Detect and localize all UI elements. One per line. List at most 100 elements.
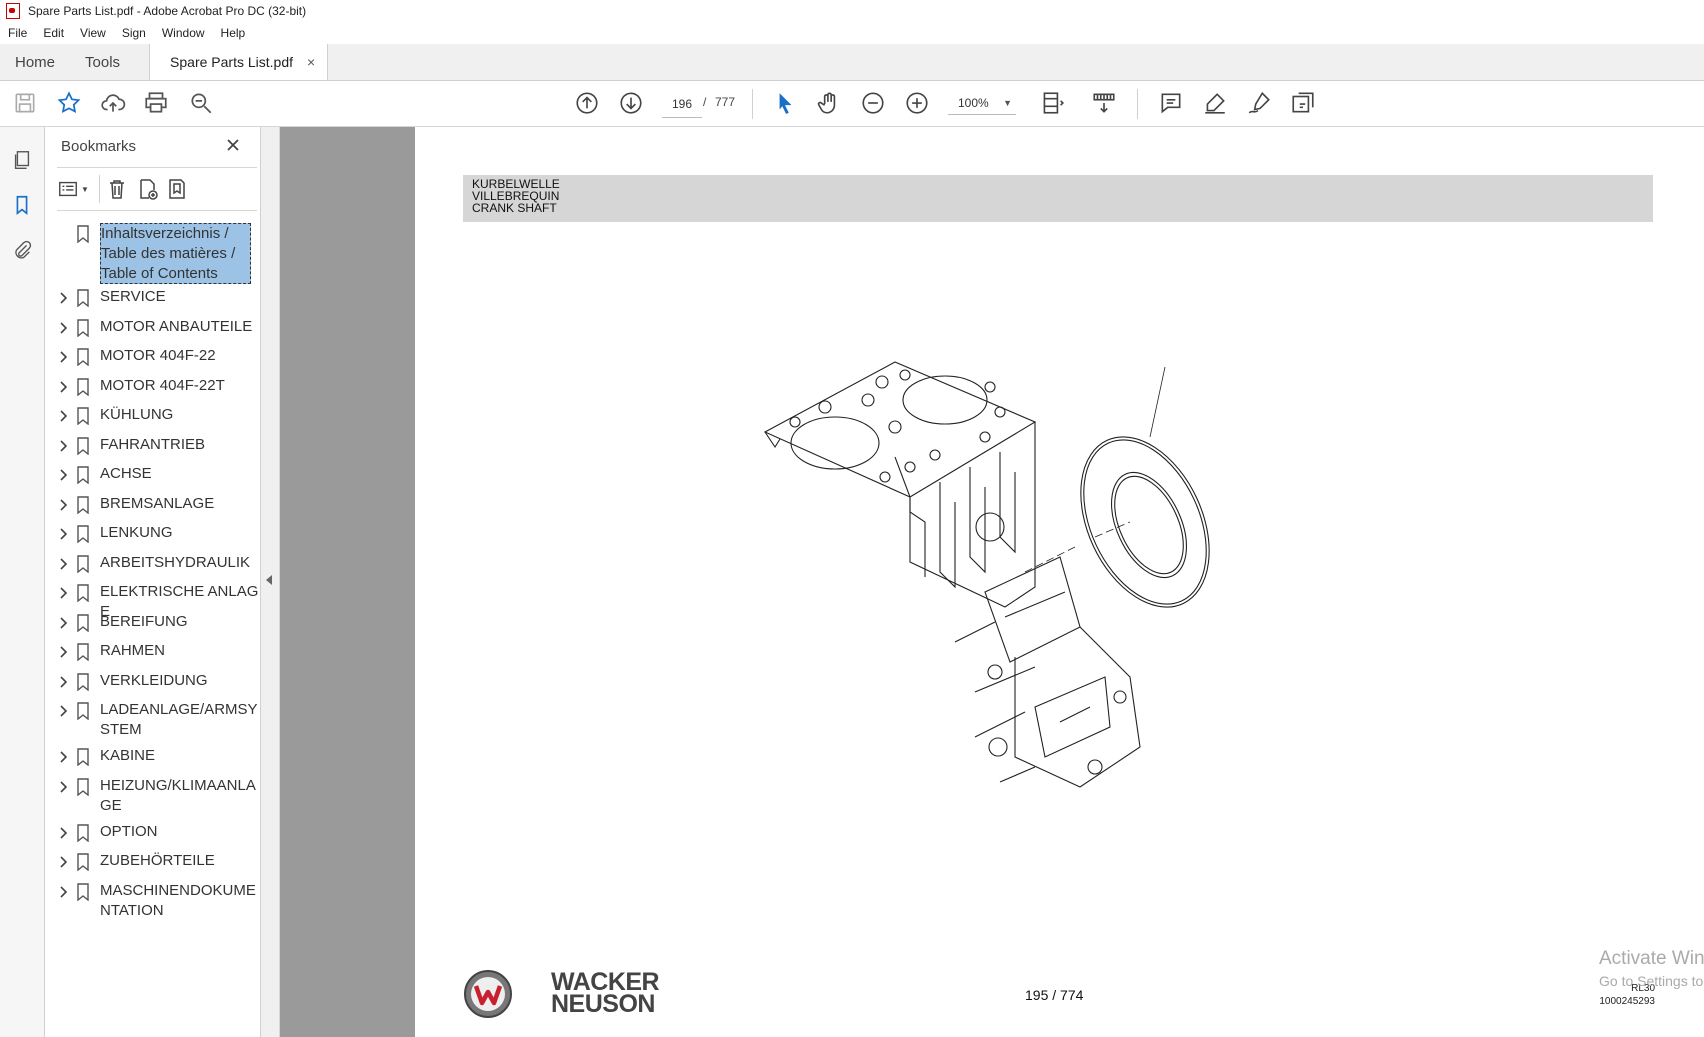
bookmark-label: MASCHINENDOKUMENTATION <box>100 881 256 919</box>
main-toolbar: / 777 100% ▼ <box>0 81 1704 127</box>
menu-window[interactable]: Window <box>162 26 205 40</box>
more-tools-icon[interactable] <box>1289 89 1317 117</box>
tab-home[interactable]: Home <box>0 44 70 80</box>
windows-activation-watermark: Activate Windows Go to Settings to activ… <box>1599 947 1704 991</box>
menu-help[interactable]: Help <box>221 26 246 40</box>
bookmark-label: FAHRANTRIEB <box>100 435 206 453</box>
menu-view[interactable]: View <box>80 26 106 40</box>
bookmark-from-selection-icon[interactable] <box>165 177 189 206</box>
close-tab-icon[interactable]: × <box>307 54 315 70</box>
bookmark-flag-icon <box>76 225 90 244</box>
bookmarks-panel-icon[interactable] <box>9 192 35 218</box>
menu-file[interactable]: File <box>8 26 27 40</box>
chevron-right-icon[interactable] <box>57 616 69 630</box>
chevron-right-icon[interactable] <box>57 645 69 659</box>
bookmark-label: ACHSE <box>100 465 152 482</box>
zoom-level-value: 100% <box>958 95 989 110</box>
chevron-right-icon[interactable] <box>57 409 69 423</box>
chevron-right-icon[interactable] <box>57 557 69 571</box>
chevron-right-icon[interactable] <box>57 855 69 869</box>
chevron-right-icon[interactable] <box>57 321 69 335</box>
chevron-right-icon[interactable] <box>57 468 69 482</box>
bookmark-flag-icon <box>76 613 90 632</box>
bookmarks-panel-title: Bookmarks <box>61 138 137 155</box>
bookmark-label: MOTOR ANBAUTEILE <box>100 317 253 335</box>
chevron-right-icon[interactable] <box>57 498 69 512</box>
chevron-right-icon[interactable] <box>57 780 69 794</box>
collapse-arrow-icon[interactable] <box>266 575 272 585</box>
bookmark-flag-icon <box>76 466 90 485</box>
bookmark-flag-icon <box>76 702 90 721</box>
close-panel-icon[interactable] <box>223 135 243 155</box>
bookmark-label: BEREIFUNG <box>100 612 188 630</box>
page-number-input[interactable] <box>662 91 702 118</box>
tab-tools[interactable]: Tools <box>70 44 135 80</box>
highlight-pen-icon[interactable] <box>1201 89 1229 117</box>
sign-icon[interactable] <box>1245 89 1273 117</box>
delete-bookmark-icon[interactable] <box>105 177 129 206</box>
page-display-icon[interactable] <box>1038 89 1066 117</box>
bookmark-flag-icon <box>76 554 90 573</box>
chevron-right-icon[interactable] <box>57 750 69 764</box>
window-title: Spare Parts List.pdf - Adobe Acrobat Pro… <box>28 4 307 18</box>
bookmark-label: RAHMEN <box>100 642 166 659</box>
bookmark-label: KÜHLUNG <box>100 406 174 423</box>
chevron-right-icon[interactable] <box>57 291 69 305</box>
bookmark-flag-icon <box>76 823 90 842</box>
panel-collapse-strip[interactable] <box>261 127 280 1037</box>
bookmarks-toolbar: ▼ <box>57 175 257 205</box>
bookmark-flag-icon <box>76 525 90 544</box>
bookmark-label: LADEANLAGE/ARMSYSTEM <box>100 701 258 738</box>
options-list-icon <box>59 181 77 197</box>
chevron-right-icon[interactable] <box>57 527 69 541</box>
bookmark-flag-icon <box>76 495 90 514</box>
toolbar-divider <box>752 89 753 119</box>
tab-document[interactable]: Spare Parts List.pdf × <box>149 44 329 80</box>
hand-tool-icon[interactable] <box>815 89 843 117</box>
zoom-in-icon[interactable] <box>903 89 931 117</box>
comment-icon[interactable] <box>1157 89 1185 117</box>
menu-sign[interactable]: Sign <box>122 26 146 40</box>
bookmark-flag-icon <box>76 853 90 872</box>
scroll-mode-icon[interactable] <box>1090 89 1118 117</box>
print-icon[interactable] <box>142 89 170 117</box>
zoom-level-dropdown[interactable]: 100% ▼ <box>948 91 1016 115</box>
chevron-right-icon[interactable] <box>57 675 69 689</box>
cloud-upload-icon[interactable] <box>99 89 127 117</box>
chevron-right-icon[interactable] <box>57 885 69 899</box>
document-viewer[interactable]: KURBELWELLE VILLEBREQUIN CRANK SHAFT WAC… <box>280 127 1704 1037</box>
bookmark-label: ZUBEHÖRTEILE <box>100 852 215 869</box>
wacker-neuson-logo: WACKER NEUSON <box>463 967 693 1027</box>
chevron-right-icon[interactable] <box>57 586 69 600</box>
save-icon[interactable] <box>11 89 39 117</box>
bookmark-label: OPTION <box>100 822 158 840</box>
bookmarks-panel: Bookmarks ▼ Inhaltsverzeichnis / Table d… <box>45 127 261 1037</box>
search-zoom-icon[interactable] <box>187 89 215 117</box>
menu-edit[interactable]: Edit <box>43 26 64 40</box>
bookmark-flag-icon <box>76 289 90 308</box>
attachments-icon[interactable] <box>9 237 35 263</box>
new-bookmark-icon[interactable] <box>135 177 159 206</box>
zoom-out-icon[interactable] <box>859 89 887 117</box>
next-page-icon[interactable] <box>617 89 645 117</box>
select-cursor-icon[interactable] <box>771 89 799 117</box>
bookmark-flag-icon <box>76 777 90 796</box>
page-thumbnails-icon[interactable] <box>9 147 35 173</box>
activation-line-2: Go to Settings to activate Windows. <box>1599 973 1704 989</box>
chevron-right-icon[interactable] <box>57 439 69 453</box>
pdf-file-icon <box>6 3 20 19</box>
brand-wordmark: WACKER NEUSON <box>551 970 660 1017</box>
page-header-band: KURBELWELLE VILLEBREQUIN CRANK SHAFT <box>463 175 1653 222</box>
bookmark-flag-icon <box>76 318 90 337</box>
tab-bar: Home Tools Spare Parts List.pdf × <box>0 44 1704 81</box>
bookmark-label: Inhaltsverzeichnis / Table des matières … <box>100 223 251 284</box>
document-number: 1000245293 <box>1599 996 1655 1007</box>
chevron-right-icon[interactable] <box>57 380 69 394</box>
activation-line-1: Activate Windows <box>1599 948 1704 969</box>
previous-page-icon[interactable] <box>573 89 601 117</box>
chevron-right-icon[interactable] <box>57 350 69 364</box>
chevron-right-icon[interactable] <box>57 704 69 718</box>
chevron-right-icon[interactable] <box>57 826 69 840</box>
bookmark-options-dropdown[interactable]: ▼ <box>57 177 91 201</box>
star-bookmark-icon[interactable] <box>55 89 83 117</box>
